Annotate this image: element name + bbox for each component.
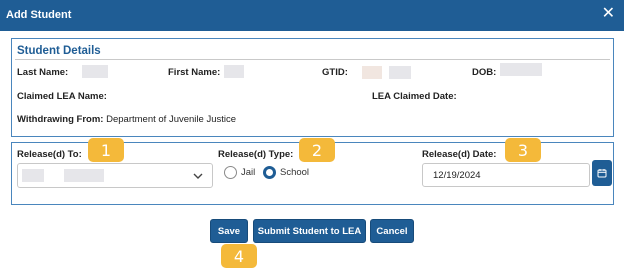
withdrawing-from-label-text: Withdrawing From: <box>17 114 104 125</box>
chevron-down-icon <box>193 173 203 179</box>
last-name-label: Last Name: <box>17 67 69 78</box>
calendar-icon <box>597 169 607 178</box>
released-to-value-2 <box>64 169 104 182</box>
student-details-heading: Student Details <box>17 45 101 57</box>
callout-badge-1: 1 <box>88 138 124 162</box>
released-date-label: Release(d) Date: <box>422 149 497 160</box>
dob-label: DOB: <box>472 67 497 78</box>
withdrawing-from-label: Withdrawing From: Department of Juvenile… <box>17 114 236 125</box>
first-name-value <box>224 65 244 78</box>
radio-jail-label: Jail <box>241 167 256 178</box>
released-to-value <box>22 169 44 182</box>
last-name-value <box>82 65 108 78</box>
close-icon[interactable]: ✕ <box>602 6 615 22</box>
withdrawing-from-value: Department of Juvenile Justice <box>106 114 237 125</box>
divider <box>15 59 610 60</box>
student-details-panel: Student Details Last Name: First Name: G… <box>11 38 614 137</box>
radio-jail-circle[interactable] <box>224 166 237 179</box>
dob-value <box>500 63 542 76</box>
callout-badge-2: 2 <box>299 138 335 162</box>
released-to-select[interactable] <box>17 163 213 188</box>
radio-school-label: School <box>280 167 310 178</box>
callout-badge-3: 3 <box>505 138 541 162</box>
first-name-label: First Name: <box>168 67 221 78</box>
calendar-button[interactable] <box>592 160 612 186</box>
radio-school[interactable]: School <box>263 166 309 179</box>
gtid-label: GTID: <box>322 67 348 78</box>
dialog-titlebar: Add Student ✕ <box>0 0 624 31</box>
released-date-input[interactable]: 12/19/2024 <box>422 163 590 187</box>
dialog-title: Add Student <box>6 9 72 21</box>
claimed-lea-name-label: Claimed LEA Name: <box>17 91 107 102</box>
released-to-label: Release(d) To: <box>17 149 82 160</box>
submit-student-button[interactable]: Submit Student to LEA <box>253 219 366 243</box>
cancel-button[interactable]: Cancel <box>370 219 414 243</box>
radio-school-circle[interactable] <box>263 166 276 179</box>
released-type-label: Release(d) Type: <box>218 149 294 160</box>
gtid-value-2 <box>389 66 411 79</box>
lea-claimed-date-label: LEA Claimed Date: <box>372 91 457 102</box>
save-button[interactable]: Save <box>210 219 248 243</box>
gtid-value <box>362 66 382 79</box>
callout-badge-4: 4 <box>221 244 257 268</box>
radio-jail[interactable]: Jail <box>224 166 255 179</box>
